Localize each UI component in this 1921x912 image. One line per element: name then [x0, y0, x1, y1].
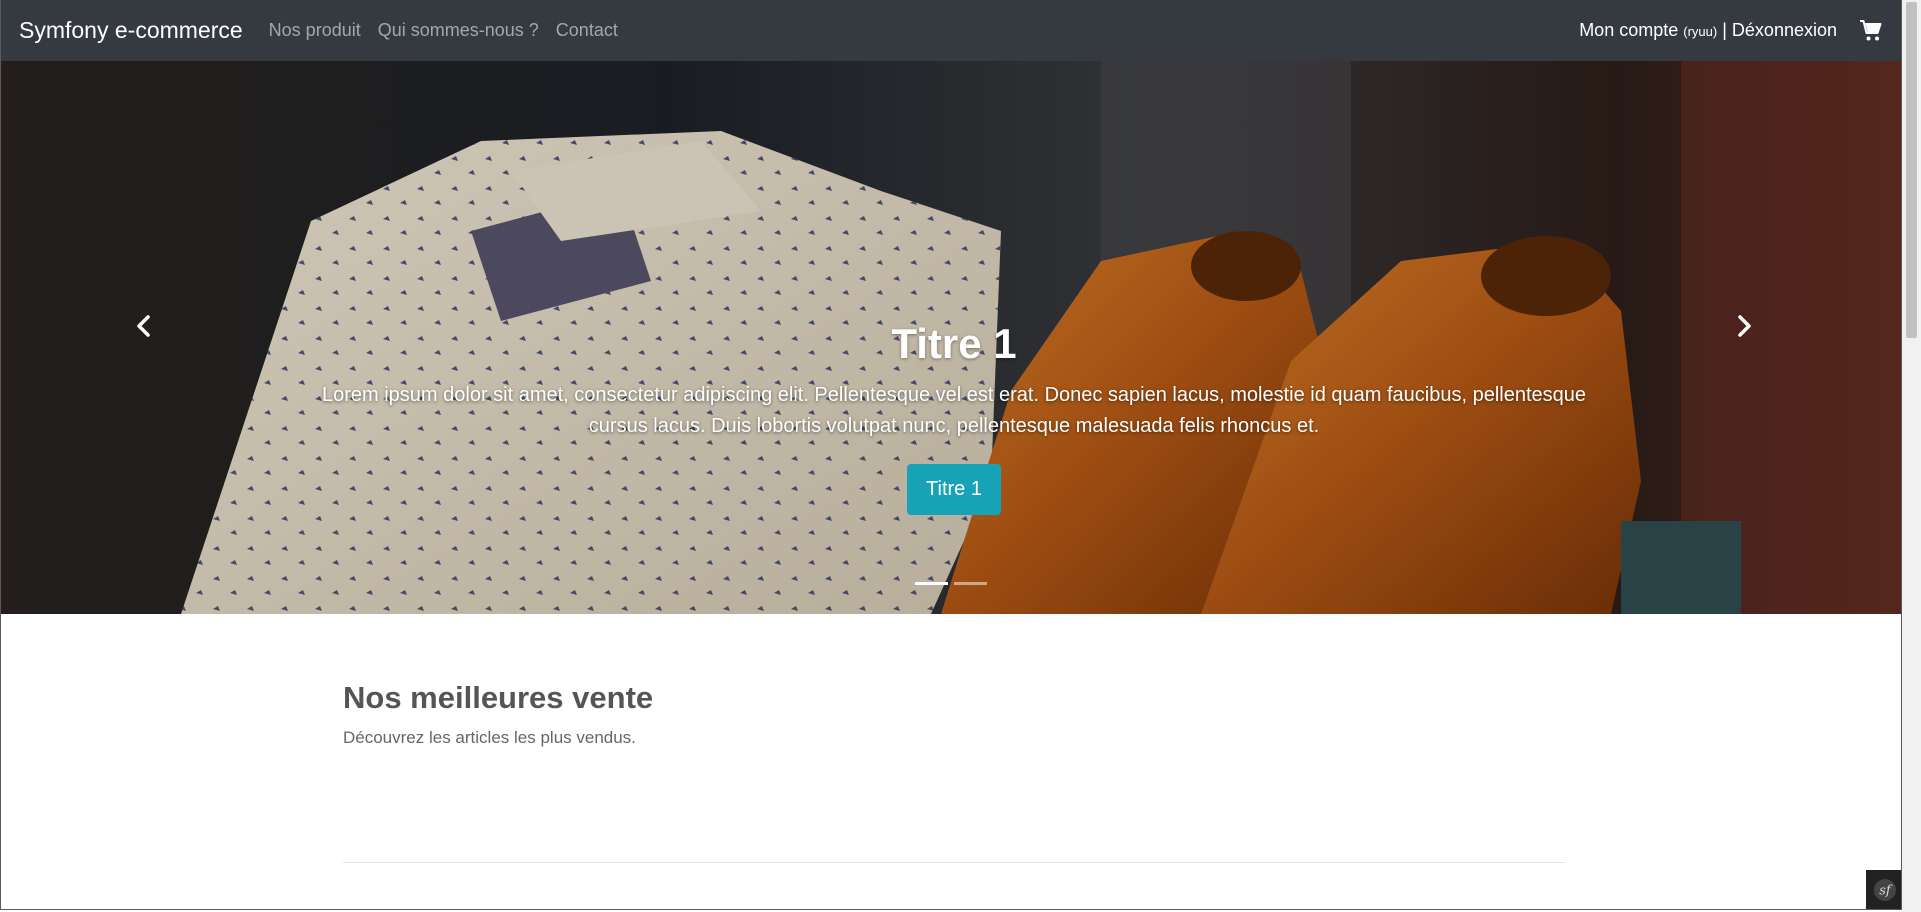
logout-link[interactable]: Déxonnexion [1732, 20, 1837, 41]
scrollbar-thumb[interactable] [1906, 2, 1917, 338]
account-link[interactable]: Mon compte (ryuu) [1579, 20, 1717, 41]
hero-carousel: Titre 1 Lorem ipsum dolor sit amet, cons… [1, 61, 1901, 614]
section-subtitle: Découvrez les articles les plus vendus. [343, 728, 636, 747]
carousel-title: Titre 1 [891, 320, 1017, 367]
bestsellers-section: Nos meilleures vente Découvrez les artic… [343, 680, 1565, 748]
symfony-logo-icon: sf [1873, 879, 1896, 901]
carousel-cta-button[interactable]: Titre 1 [907, 464, 1001, 515]
nav-link-about[interactable]: Qui sommes-nous ? [378, 20, 539, 41]
carousel-indicator-1[interactable] [915, 582, 948, 585]
divider [343, 862, 1565, 863]
username: (ryuu) [1683, 24, 1718, 39]
account-menu: Mon compte (ryuu) | Déxonnexion [1579, 19, 1883, 43]
brand-link[interactable]: Symfony e-commerce [19, 17, 243, 44]
section-title: Nos meilleures vente [343, 680, 654, 715]
nav-separator: | [1722, 20, 1727, 40]
navbar: Symfony e-commerce Nos produit Qui somme… [1, 0, 1901, 61]
chevron-right-icon [1738, 315, 1751, 337]
symfony-toolbar-toggle[interactable]: sf [1866, 870, 1901, 909]
chevron-left-icon [137, 315, 150, 337]
carousel-indicator-2[interactable] [954, 582, 987, 585]
browser-viewport: Symfony e-commerce Nos produit Qui somme… [0, 0, 1902, 910]
carousel-prev-button[interactable] [129, 311, 159, 341]
account-label: Mon compte [1579, 20, 1679, 40]
nav-link-contact[interactable]: Contact [556, 20, 618, 41]
carousel-next-button[interactable] [1729, 311, 1759, 341]
carousel-text: Lorem ipsum dolor sit amet, consectetur … [321, 384, 1586, 437]
page-scrollbar[interactable] [1902, 0, 1921, 912]
carousel-indicators [1, 582, 1901, 585]
carousel-caption: Titre 1 Lorem ipsum dolor sit amet, cons… [321, 320, 1587, 515]
cart-icon[interactable] [1859, 19, 1883, 43]
nav-link-products[interactable]: Nos produit [269, 20, 361, 41]
